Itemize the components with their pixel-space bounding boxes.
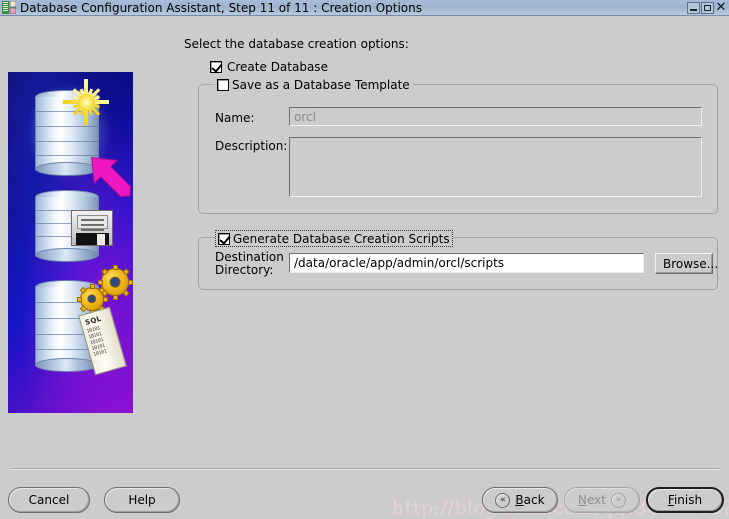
footer-right-buttons: « Back Next » Finish bbox=[482, 487, 724, 513]
instruction-text: Select the database creation options: bbox=[184, 37, 409, 51]
destination-directory-row: Destination Directory: bbox=[215, 251, 291, 277]
destination-directory-label: Destination Directory: bbox=[215, 250, 284, 277]
back-button[interactable]: « Back bbox=[482, 487, 558, 513]
window-body: SQL 10101 10101 10101 10101 10101 Select… bbox=[0, 17, 729, 519]
template-name-input[interactable] bbox=[289, 107, 702, 126]
window-title: Database Configuration Assistant, Step 1… bbox=[20, 0, 422, 15]
template-description-textarea[interactable] bbox=[289, 137, 702, 197]
generate-scripts-group: Generate Database Creation Scripts Desti… bbox=[198, 230, 718, 290]
titlebar-buttons: ✕ bbox=[686, 1, 727, 14]
minimize-icon[interactable] bbox=[687, 1, 700, 14]
floppy-disk-icon bbox=[71, 210, 113, 246]
window-titlebar[interactable]: Database Configuration Assistant, Step 1… bbox=[0, 0, 729, 16]
footer-left-buttons: Cancel Help bbox=[8, 487, 180, 513]
chevron-right-icon: » bbox=[610, 492, 626, 508]
create-database-row[interactable]: Create Database bbox=[210, 60, 720, 74]
create-database-checkbox[interactable] bbox=[210, 61, 222, 73]
sparkle-star-icon bbox=[63, 79, 109, 125]
next-button[interactable]: Next » bbox=[564, 487, 640, 513]
chevron-left-icon: « bbox=[495, 492, 511, 508]
save-template-label: Save as a Database Template bbox=[232, 77, 410, 92]
save-template-legend[interactable]: Save as a Database Template bbox=[215, 77, 413, 92]
generate-scripts-legend[interactable]: Generate Database Creation Scripts bbox=[215, 230, 453, 247]
sql-scroll-binary: 10101 10101 10101 10101 10101 bbox=[86, 325, 108, 358]
save-template-checkbox[interactable] bbox=[217, 78, 229, 91]
cancel-button[interactable]: Cancel bbox=[8, 487, 90, 513]
destination-directory-input[interactable] bbox=[289, 253, 644, 273]
finish-button-label: Finish bbox=[667, 493, 703, 507]
browse-button[interactable]: Browse... bbox=[655, 253, 718, 274]
gear-icon-small bbox=[76, 283, 108, 315]
main-content: Select the database creation options: Cr… bbox=[180, 37, 720, 290]
footer-separator bbox=[10, 468, 719, 470]
template-description-label: Description: bbox=[215, 139, 288, 153]
close-icon[interactable]: ✕ bbox=[715, 1, 727, 14]
back-button-label: Back bbox=[515, 493, 545, 507]
template-name-label: Name: bbox=[215, 111, 255, 125]
generate-scripts-checkbox[interactable] bbox=[218, 232, 230, 245]
save-template-group: Save as a Database Template Name: Descri… bbox=[198, 77, 718, 214]
gear-icon-large bbox=[97, 264, 133, 300]
oracle-illustration: SQL 10101 10101 10101 10101 10101 bbox=[8, 72, 133, 413]
floppy-shutter bbox=[76, 233, 109, 245]
template-name-row: Name: bbox=[215, 112, 289, 125]
generate-scripts-label: Generate Database Creation Scripts bbox=[233, 231, 450, 246]
floppy-label bbox=[77, 215, 108, 231]
app-database-icon bbox=[2, 0, 17, 15]
next-button-label: Next bbox=[578, 493, 606, 507]
create-database-label: Create Database bbox=[227, 60, 328, 74]
template-description-row: Description: bbox=[215, 140, 289, 153]
maximize-icon[interactable] bbox=[701, 1, 714, 14]
help-button[interactable]: Help bbox=[104, 487, 180, 513]
finish-button[interactable]: Finish bbox=[646, 487, 724, 513]
